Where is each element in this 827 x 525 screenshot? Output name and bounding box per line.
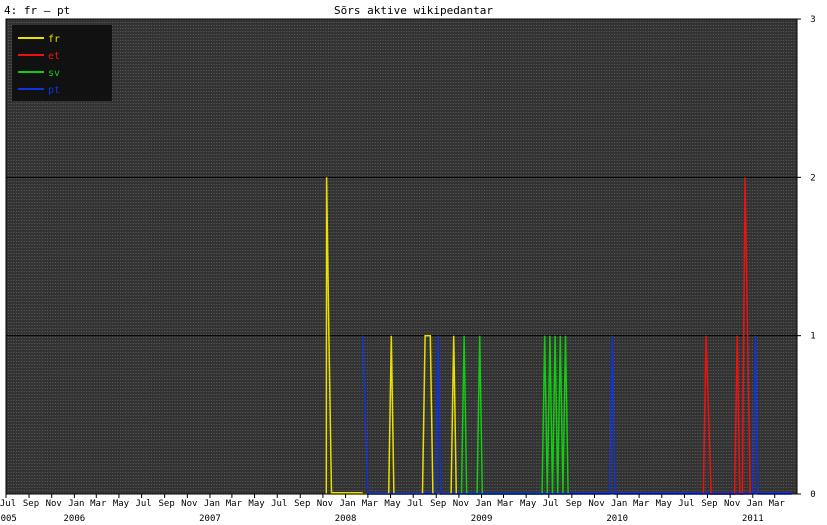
y-tick-label: 3 xyxy=(810,15,815,25)
x-tick-label: Sep xyxy=(566,499,582,509)
x-tick-label: Mar xyxy=(226,499,243,509)
x-tick-label: Nov xyxy=(588,499,604,509)
x-tick-label: Sep xyxy=(701,499,717,509)
x-tick-label: Jan xyxy=(204,499,220,509)
x-tick-label: Nov xyxy=(453,499,469,509)
x-tick-label: Nov xyxy=(724,499,740,509)
x-tick-label: Sep xyxy=(294,499,310,509)
x-year-label: 2006 xyxy=(64,514,86,524)
x-tick-label: May xyxy=(248,499,265,509)
x-tick-label: Jan xyxy=(747,499,763,509)
x-axis: Jul Sep Nov Jan Mar May Jul Sep Nov Jan Mar May Jul S… xyxy=(0,494,785,524)
x-tick-label: Jan xyxy=(475,499,491,509)
y-tick-label: 1 xyxy=(810,332,815,342)
x-tick-label: Jul xyxy=(271,499,287,509)
y-tick-label: 0 xyxy=(810,490,815,500)
x-year-label: 2011 xyxy=(742,514,764,524)
x-tick-label: Jul xyxy=(135,499,151,509)
legend-label-sv: sv xyxy=(48,68,60,79)
x-year-label: 2010 xyxy=(606,514,628,524)
x-tick-label: Sep xyxy=(430,499,446,509)
chart: 0 1 2 3 Jul Sep Nov Jan Mar May Jul Sep Nov Jan Mar Ma… xyxy=(0,15,816,524)
x-tick-label: Jul xyxy=(543,499,559,509)
legend: fr et sv pt xyxy=(12,25,112,101)
x-tick-label: Mar xyxy=(362,499,379,509)
x-year-label: 2008 xyxy=(335,514,357,524)
x-tick-label: Jan xyxy=(339,499,355,509)
x-tick-label: Sep xyxy=(159,499,175,509)
x-year-label: 2005 xyxy=(0,514,17,524)
x-tick-label: Jul xyxy=(678,499,694,509)
x-tick-label: Mar xyxy=(90,499,107,509)
x-year-label: 2007 xyxy=(199,514,221,524)
y-tick-label: 2 xyxy=(810,173,815,183)
x-tick-label: Nov xyxy=(317,499,333,509)
x-tick-label: Nov xyxy=(181,499,197,509)
x-tick-label: Jul xyxy=(0,499,16,509)
y-axis: 0 1 2 3 xyxy=(797,15,816,500)
x-tick-label: Nov xyxy=(46,499,62,509)
x-tick-label: Mar xyxy=(769,499,786,509)
x-tick-label: Jan xyxy=(611,499,627,509)
legend-label-fr: fr xyxy=(48,34,60,45)
x-tick-label: Sep xyxy=(23,499,39,509)
x-year-label: 2009 xyxy=(471,514,493,524)
x-tick-label: Mar xyxy=(497,499,514,509)
x-tick-label: May xyxy=(656,499,673,509)
x-tick-label: Mar xyxy=(633,499,650,509)
legend-label-pt: pt xyxy=(48,85,60,96)
x-tick-label: Jan xyxy=(68,499,84,509)
x-tick-label: May xyxy=(113,499,130,509)
x-tick-label: May xyxy=(384,499,401,509)
legend-label-et: et xyxy=(48,51,60,62)
x-tick-label: Jul xyxy=(407,499,423,509)
x-tick-label: May xyxy=(520,499,537,509)
